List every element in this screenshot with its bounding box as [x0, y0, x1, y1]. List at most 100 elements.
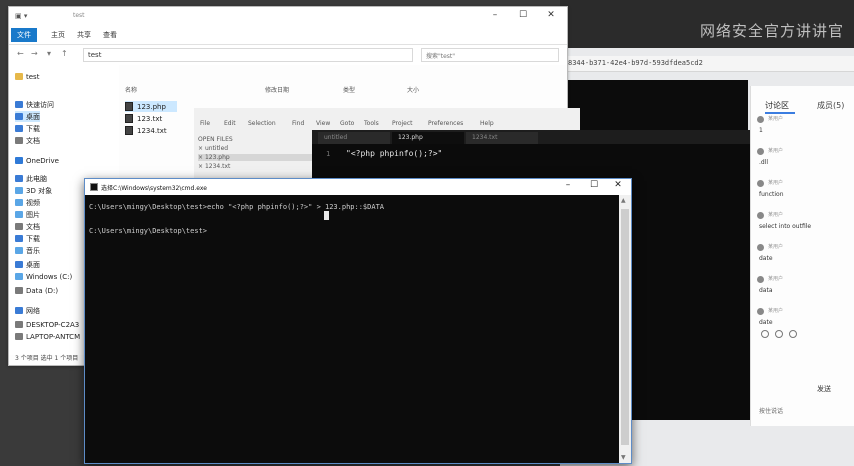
close-icon[interactable]: ✕: [605, 180, 631, 190]
emoji-icon[interactable]: [761, 330, 769, 338]
quick-access-toolbar[interactable]: ▣ ▾: [15, 12, 27, 20]
tab-underline: [765, 112, 795, 114]
scroll-thumb[interactable]: [621, 209, 629, 445]
cmd-output[interactable]: C:\Users\mingy\Desktop\test>echo "<?php …: [89, 201, 609, 237]
line-number: 1: [326, 150, 331, 158]
menu-item[interactable]: Goto: [340, 120, 354, 127]
menu-item[interactable]: Selection: [248, 120, 276, 127]
sidebar-item-label: 桌面: [26, 112, 40, 121]
column-size[interactable]: 大小: [407, 85, 419, 94]
sidebar-item[interactable]: OneDrive: [15, 155, 59, 166]
sidebar-item[interactable]: Data (D:): [15, 285, 58, 296]
sidebar-item-label: 音乐: [26, 246, 40, 255]
sidebar-item-label: 下载: [26, 124, 40, 133]
ribbon-tab-file[interactable]: 文件: [11, 28, 37, 42]
menu-item[interactable]: Project: [392, 120, 413, 127]
editor-tab[interactable]: 1234.txt: [466, 132, 538, 144]
back-icon[interactable]: ←: [17, 49, 24, 58]
avatar: [757, 276, 764, 283]
avatar: [757, 244, 764, 251]
tab-discussion[interactable]: 讨论区: [765, 100, 789, 111]
sidebar-item[interactable]: 此电脑: [15, 173, 47, 184]
open-file-item[interactable]: × 1234.txt: [198, 163, 318, 170]
code-line[interactable]: "<?php phpinfo();?>": [346, 149, 442, 158]
maximize-icon[interactable]: ☐: [581, 180, 607, 190]
close-icon[interactable]: ✕: [537, 10, 565, 20]
column-date[interactable]: 修改日期: [265, 85, 289, 94]
menu-item[interactable]: View: [316, 120, 330, 127]
sidebar-item[interactable]: test: [15, 71, 39, 82]
sidebar-item[interactable]: 3D 对象: [15, 185, 52, 196]
menu-item[interactable]: File: [200, 120, 210, 127]
cmd-line-1: C:\Users\mingy\Desktop\test>echo "<?php …: [89, 203, 385, 211]
image-icon[interactable]: [775, 330, 783, 338]
file-name: 123.txt: [137, 114, 163, 123]
sidebar-item[interactable]: 下载: [15, 233, 40, 244]
up-icon[interactable]: ↑: [61, 49, 68, 58]
open-file-item[interactable]: × 123.php: [198, 154, 318, 161]
sidebar-item[interactable]: 文档: [15, 135, 40, 146]
file-icon: [125, 114, 133, 123]
sidebar-item[interactable]: 快速访问: [15, 99, 54, 110]
folder-icon: [15, 211, 23, 218]
folder-icon: [15, 287, 23, 294]
sidebar-item[interactable]: LAPTOP-ANTCM: [15, 331, 80, 342]
maximize-icon[interactable]: ☐: [509, 10, 537, 20]
voice-button[interactable]: 按住说话: [759, 406, 849, 420]
menu-item[interactable]: Edit: [224, 120, 236, 127]
folder-icon: [15, 333, 23, 340]
folder-icon: [15, 113, 23, 120]
sidebar-item[interactable]: DESKTOP-C2A3: [15, 319, 79, 330]
menu-item[interactable]: Find: [292, 120, 304, 127]
minimize-icon[interactable]: –: [555, 180, 581, 190]
tab-members[interactable]: 成员(5): [817, 100, 844, 111]
url-bar[interactable]: 8344-b371-42e4-b97d-593dfdea5cd2: [560, 56, 854, 72]
menu-item[interactable]: Help: [480, 120, 494, 127]
forward-icon[interactable]: →: [31, 49, 38, 58]
sidebar-item[interactable]: 视频: [15, 197, 40, 208]
folder-icon: [15, 273, 23, 280]
chat-toolbar: [761, 330, 841, 340]
ribbon-tab-home[interactable]: 主页: [45, 28, 71, 42]
file-row[interactable]: 123.php: [125, 101, 177, 112]
sidebar-item[interactable]: 网络: [15, 305, 40, 316]
scroll-down-icon[interactable]: ▼: [621, 454, 626, 461]
menu-item[interactable]: Tools: [364, 120, 379, 127]
chat-message: 某用户 .dll: [757, 148, 849, 180]
scroll-up-icon[interactable]: ▲: [621, 197, 626, 204]
file-icon[interactable]: [789, 330, 797, 338]
file-row[interactable]: 1234.txt: [125, 125, 167, 136]
editor-tab[interactable]: untitled: [318, 132, 390, 144]
address-bar[interactable]: test: [83, 48, 413, 62]
sidebar-item-label: 文档: [26, 222, 40, 231]
sidebar-item[interactable]: Windows (C:): [15, 271, 72, 282]
folder-icon: [15, 223, 23, 230]
sidebar-item[interactable]: 图片: [15, 209, 40, 220]
column-name[interactable]: 名称: [125, 85, 137, 94]
menu-item[interactable]: Preferences: [428, 120, 463, 127]
sidebar-item[interactable]: 桌面: [15, 259, 40, 270]
sidebar-item[interactable]: 下载: [15, 123, 40, 134]
dropdown-icon[interactable]: ▾: [47, 49, 51, 58]
open-file-item[interactable]: × untitled: [198, 145, 318, 152]
ribbon-tab-view[interactable]: 查看: [97, 28, 123, 42]
message-text: 1: [759, 127, 763, 134]
text-caret: [324, 211, 329, 220]
window-controls: – ☐ ✕: [477, 7, 567, 25]
file-icon: [125, 102, 133, 111]
sidebar-item[interactable]: 桌面: [15, 111, 40, 122]
ribbon-tab-share[interactable]: 共享: [71, 28, 97, 42]
search-input[interactable]: 搜索"test": [421, 48, 559, 62]
message-author: 某用户: [768, 308, 784, 314]
sidebar-item[interactable]: 音乐: [15, 245, 40, 256]
browser-header: 网络安全官方讲讲官: [560, 0, 854, 48]
cmd-scrollbar[interactable]: ▲ ▼: [619, 195, 631, 463]
editor-tab-active[interactable]: 123.php: [392, 132, 464, 144]
column-type[interactable]: 类型: [343, 85, 355, 94]
send-button[interactable]: 发送: [817, 384, 831, 394]
minimize-icon[interactable]: –: [481, 10, 509, 20]
folder-icon: [15, 199, 23, 206]
file-row[interactable]: 123.txt: [125, 113, 162, 124]
sidebar-item[interactable]: 文档: [15, 221, 40, 232]
folder-icon: [15, 307, 23, 314]
